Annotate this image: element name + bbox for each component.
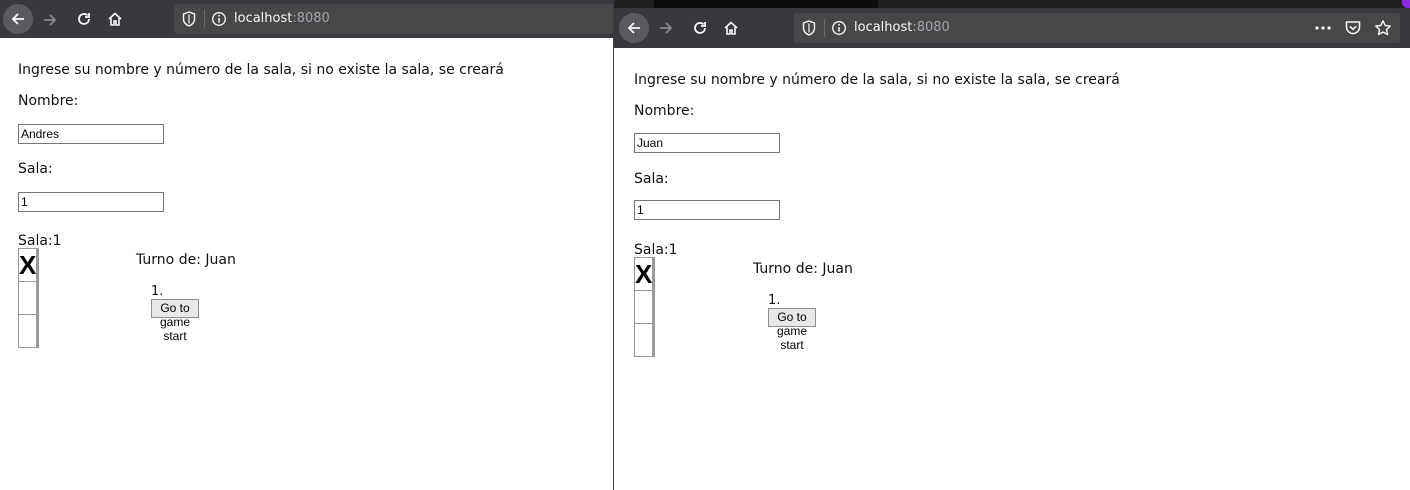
- intro-text: Ingrese su nombre y número de la sala, s…: [18, 62, 504, 78]
- back-arrow-icon: [11, 13, 24, 25]
- board-cell[interactable]: X: [633, 257, 654, 291]
- board-cell[interactable]: [37, 248, 40, 282]
- board-cell[interactable]: X: [17, 248, 38, 282]
- url-bar[interactable]: localhost:8080: [794, 13, 1400, 43]
- board-cell[interactable]: [37, 281, 40, 315]
- move-list-item: 1. Go to game start: [151, 283, 200, 344]
- board-cell[interactable]: [17, 314, 38, 348]
- forward-arrow-icon: [660, 22, 673, 34]
- turn-status: Turno de: Juan: [136, 252, 236, 268]
- reload-button[interactable]: [690, 18, 710, 38]
- shield-icon[interactable]: [182, 11, 196, 27]
- browser-window-left: localhost:8080 Ingrese su nombre y númer…: [0, 0, 613, 490]
- name-input[interactable]: Juan: [634, 133, 780, 153]
- url-bar-actions: [1314, 19, 1392, 37]
- go-to-game-start-button[interactable]: Go to game start: [151, 299, 200, 343]
- bookmark-star-icon[interactable]: [1374, 19, 1392, 37]
- back-button[interactable]: [3, 4, 33, 34]
- pocket-icon[interactable]: [1344, 19, 1362, 37]
- reload-icon: [694, 22, 706, 34]
- move-list: 1. Go to game start: [768, 292, 817, 353]
- name-input[interactable]: Andres: [18, 124, 164, 144]
- board-cell[interactable]: [653, 323, 656, 357]
- url-text[interactable]: localhost:8080: [234, 10, 330, 28]
- board-cell[interactable]: [653, 257, 656, 291]
- home-icon: [724, 21, 738, 35]
- room-title: Sala:1: [634, 242, 678, 258]
- private-accent: [1402, 0, 1410, 8]
- name-label: Nombre:: [18, 93, 79, 109]
- board-cell[interactable]: [37, 314, 40, 348]
- forward-arrow-icon: [44, 14, 57, 26]
- move-number: 1.: [768, 293, 781, 308]
- url-separator: [204, 10, 205, 28]
- room-input[interactable]: 1: [18, 192, 164, 212]
- url-separator: [824, 19, 825, 37]
- turn-status: Turno de: Juan: [753, 261, 853, 277]
- url-bar[interactable]: localhost:8080: [174, 4, 613, 34]
- room-label: Sala:: [18, 161, 53, 177]
- info-icon[interactable]: [831, 20, 847, 36]
- room-label: Sala:: [634, 171, 669, 187]
- url-port: :8080: [292, 11, 330, 26]
- shield-icon[interactable]: [802, 20, 816, 36]
- url-text[interactable]: localhost:8080: [854, 19, 950, 37]
- page-content: Ingrese su nombre y número de la sala, s…: [614, 48, 1410, 490]
- board-cell[interactable]: [633, 323, 654, 357]
- forward-button[interactable]: [656, 18, 676, 38]
- info-icon[interactable]: [211, 11, 227, 27]
- board-cell[interactable]: [633, 290, 654, 324]
- home-icon: [108, 12, 122, 26]
- game-board: X: [17, 248, 40, 348]
- url-host: localhost: [854, 20, 913, 35]
- board-cell[interactable]: [653, 290, 656, 324]
- reload-icon: [78, 13, 90, 25]
- room-input[interactable]: 1: [634, 200, 780, 220]
- reload-button[interactable]: [74, 9, 94, 29]
- game-board: X: [633, 257, 656, 357]
- tab-strip: [614, 0, 1410, 8]
- room-title: Sala:1: [18, 233, 62, 249]
- home-button[interactable]: [105, 9, 125, 29]
- move-list: 1. Go to game start: [151, 283, 200, 344]
- go-to-game-start-button[interactable]: Go to game start: [768, 308, 817, 352]
- home-button[interactable]: [721, 18, 741, 38]
- back-button[interactable]: [619, 13, 649, 43]
- active-tab-edge: [654, 0, 878, 8]
- move-list-item: 1. Go to game start: [768, 292, 817, 353]
- move-number: 1.: [151, 284, 164, 299]
- intro-text: Ingrese su nombre y número de la sala, s…: [634, 72, 1120, 88]
- board-cell[interactable]: [17, 281, 38, 315]
- back-arrow-icon: [627, 22, 640, 34]
- name-label: Nombre:: [634, 103, 695, 119]
- browser-toolbar: localhost:8080: [614, 8, 1410, 48]
- page-content: Ingrese su nombre y número de la sala, s…: [0, 38, 613, 490]
- more-dots-icon[interactable]: [1314, 19, 1332, 37]
- browser-toolbar: localhost:8080: [0, 0, 613, 38]
- forward-button[interactable]: [40, 10, 60, 30]
- browser-window-right: localhost:8080 Ingrese su nombre y númer…: [614, 0, 1410, 490]
- url-host: localhost: [234, 11, 293, 26]
- url-port: :8080: [912, 20, 950, 35]
